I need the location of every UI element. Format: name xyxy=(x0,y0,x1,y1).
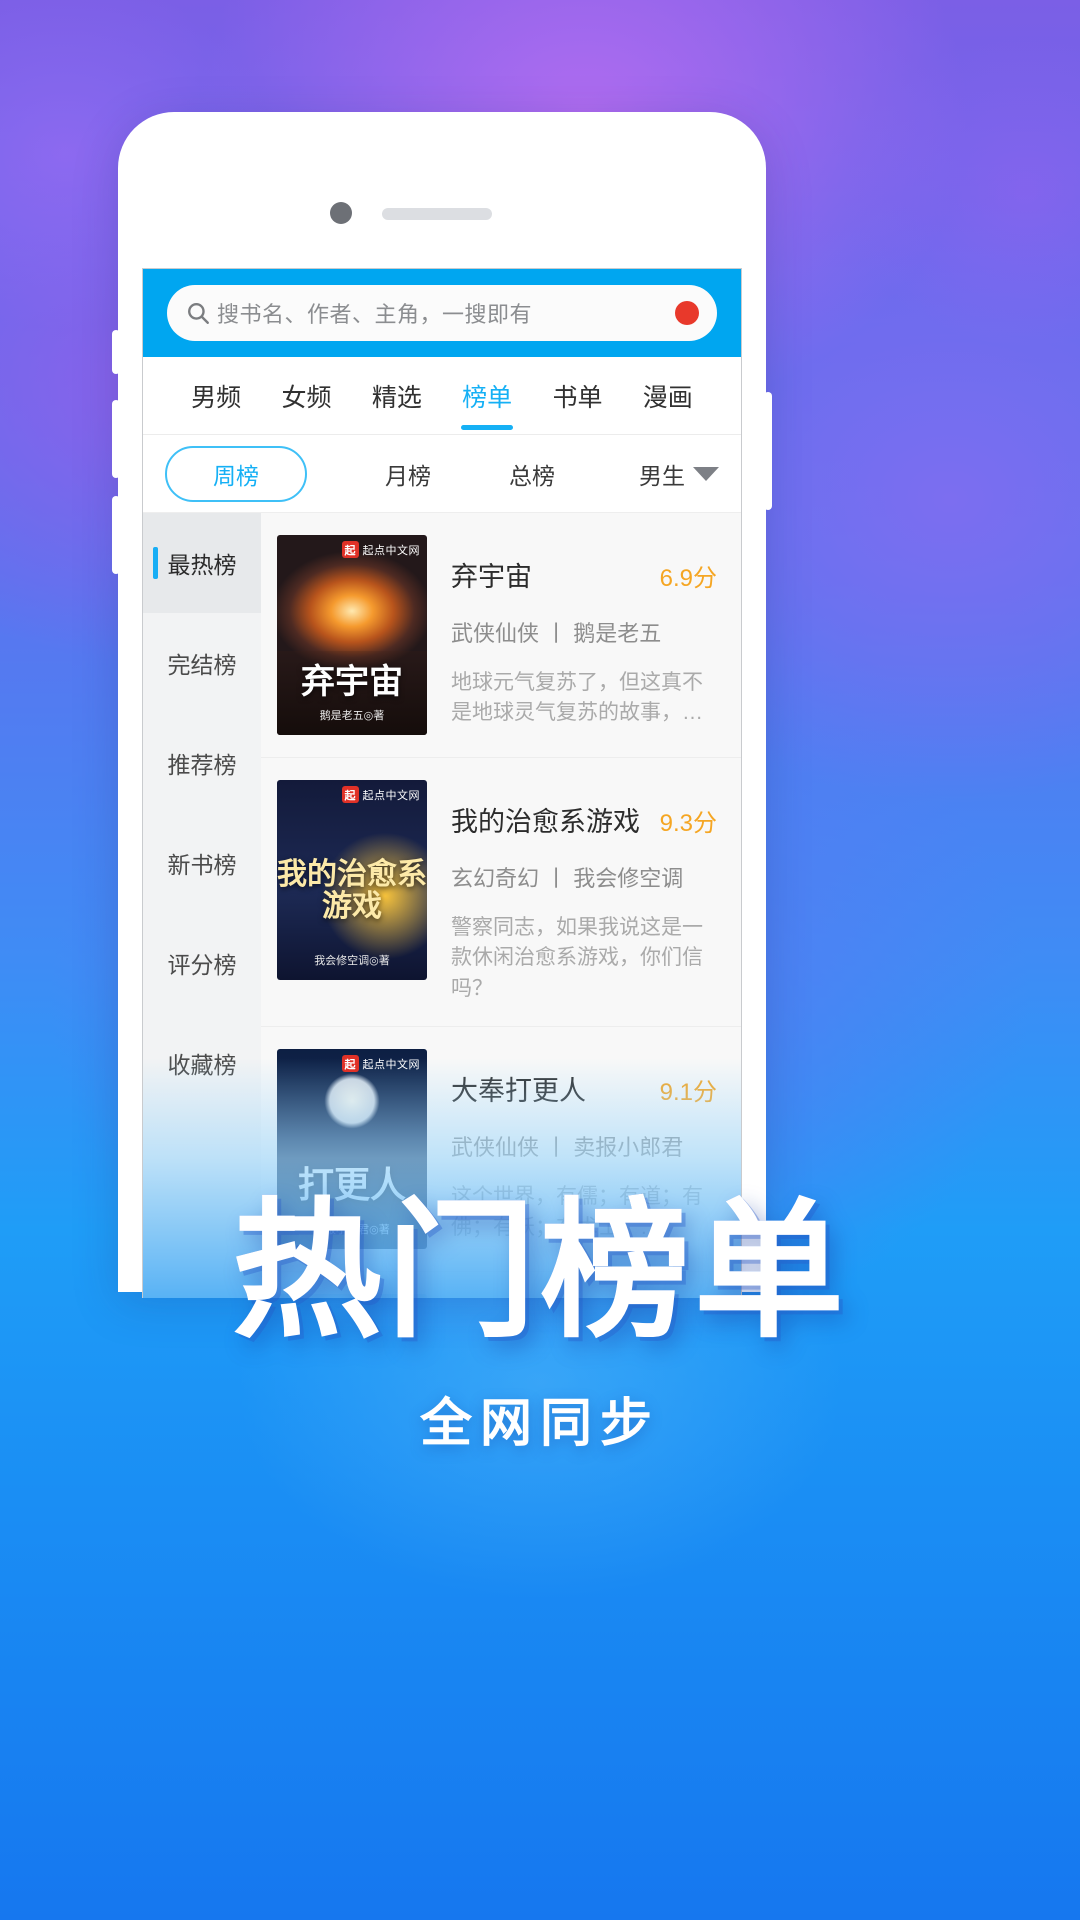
rank-tab-total[interactable]: 总榜 xyxy=(509,457,555,491)
sidebar-item-label: 新书榜 xyxy=(167,852,237,878)
sidebar-item-label: 推荐榜 xyxy=(167,752,237,778)
sidebar-item-收藏榜[interactable]: 收藏榜 xyxy=(143,1013,261,1113)
publisher-badge: 起 起点中文网 xyxy=(341,541,421,558)
tab-label: 精选 xyxy=(371,383,422,412)
book-meta: 武侠仙侠 丨 鹅是老五 xyxy=(451,621,662,646)
search-placeholder-text: 搜书名、作者、主角，一搜即有 xyxy=(217,302,533,327)
main-tab-bar: 男频 女频 精选 榜单 书单 漫画 xyxy=(143,357,741,435)
tab-label: 书单 xyxy=(552,383,603,412)
sidebar-item-label: 评分榜 xyxy=(167,952,237,978)
promo-title: 热门榜单 xyxy=(230,1185,848,1359)
publisher-name: 起点中文网 xyxy=(362,789,420,802)
phone-side-button-volume-up xyxy=(112,400,120,478)
sidebar-item-最热榜[interactable]: 最热榜 xyxy=(143,513,261,613)
qidian-logo-icon: 起 xyxy=(341,786,359,803)
sidebar-item-label: 收藏榜 xyxy=(167,1052,237,1078)
ranking-category-sidebar: 最热榜 完结榜 推荐榜 新书榜 评分榜 收藏榜 xyxy=(143,513,261,1298)
rank-period-filter-bar: 周榜 月榜 总榜 男生 xyxy=(143,435,741,513)
publisher-badge: 起 起点中文网 xyxy=(341,1055,421,1073)
tab-榜单[interactable]: 榜单 xyxy=(442,357,532,434)
search-bar: 搜书名、作者、主角，一搜即有 xyxy=(143,269,741,357)
book-title: 大奉打更人 xyxy=(451,1076,586,1107)
sidebar-item-评分榜[interactable]: 评分榜 xyxy=(143,913,261,1013)
tab-书单[interactable]: 书单 xyxy=(532,357,622,434)
rank-tab-monthly[interactable]: 月榜 xyxy=(385,457,431,491)
book-title-row: 大奉打更人 9.1分 xyxy=(451,1069,717,1108)
book-meta: 玄幻奇幻 丨 我会修空调 xyxy=(451,866,684,891)
publisher-name: 起点中文网 xyxy=(362,544,420,557)
app-screen: 搜书名、作者、主角，一搜即有 男频 女频 精选 榜单 书单 漫画 周榜 月榜 总… xyxy=(142,268,742,1298)
book-cover[interactable]: 起 起点中文网 我的治愈系游戏 我会修空调◎著 xyxy=(277,780,427,980)
ranking-content: 最热榜 完结榜 推荐榜 新书榜 评分榜 收藏榜 起 起点中文网 弃宇宙 鹅是老五… xyxy=(143,513,741,1298)
cover-title: 弃宇宙 xyxy=(301,663,403,701)
sidebar-item-完结榜[interactable]: 完结榜 xyxy=(143,613,261,713)
rank-tab-weekly[interactable]: 周榜 xyxy=(165,445,307,502)
phone-side-button-silent xyxy=(112,330,120,374)
book-title: 弃宇宙 xyxy=(451,562,532,592)
tab-精选[interactable]: 精选 xyxy=(352,357,442,434)
tab-label: 漫画 xyxy=(642,383,693,412)
book-score: 9.1分 xyxy=(659,1079,717,1107)
phone-top-bezel xyxy=(118,112,766,272)
front-camera-icon xyxy=(330,202,352,224)
sidebar-item-label: 完结榜 xyxy=(167,652,237,678)
book-info: 弃宇宙 6.9分 武侠仙侠 丨 鹅是老五 地球元气复苏了，但这真不是地球灵气复苏… xyxy=(427,535,717,735)
record-dot-icon[interactable] xyxy=(675,301,699,325)
gender-filter-label: 男生 xyxy=(639,462,685,489)
cover-author: 我会修空调◎著 xyxy=(314,955,390,967)
phone-side-button-volume-down xyxy=(112,496,120,574)
gender-filter-dropdown[interactable]: 男生 xyxy=(639,457,719,491)
book-score: 6.9分 xyxy=(659,565,717,592)
cover-title: 我的治愈系游戏 xyxy=(277,858,427,923)
search-icon xyxy=(188,303,209,324)
book-info: 我的治愈系游戏 9.3分 玄幻奇幻 丨 我会修空调 警察同志，如果我说这是一款休… xyxy=(427,780,717,1004)
book-title-row: 弃宇宙 6.9分 xyxy=(451,555,717,594)
book-cover[interactable]: 起 起点中文网 弃宇宙 鹅是老五◎著 xyxy=(277,535,427,735)
tab-label: 女频 xyxy=(281,383,332,412)
book-description: 地球元气复苏了，但这真不是地球灵气复苏的故事，… xyxy=(451,671,703,725)
qidian-logo-icon: 起 xyxy=(341,541,359,558)
tab-label: 榜单 xyxy=(462,383,513,412)
publisher-name: 起点中文网 xyxy=(362,1058,420,1071)
tab-label: 男频 xyxy=(191,383,242,412)
book-meta: 武侠仙侠 丨 卖报小郎君 xyxy=(451,1135,684,1161)
book-title: 我的治愈系游戏 xyxy=(451,807,640,837)
tab-女频[interactable]: 女频 xyxy=(261,357,351,434)
list-item[interactable]: 起 起点中文网 我的治愈系游戏 我会修空调◎著 我的治愈系游戏 9.3分 玄幻奇… xyxy=(261,758,741,1028)
tab-漫画[interactable]: 漫画 xyxy=(623,357,713,434)
sidebar-item-新书榜[interactable]: 新书榜 xyxy=(143,813,261,913)
book-ranking-list: 起 起点中文网 弃宇宙 鹅是老五◎著 弃宇宙 6.9分 武侠仙侠 丨 鹅是老五 … xyxy=(261,513,741,1298)
earpiece-speaker xyxy=(382,208,492,220)
sidebar-item-推荐榜[interactable]: 推荐榜 xyxy=(143,713,261,813)
qidian-logo-icon: 起 xyxy=(341,1055,359,1073)
list-item[interactable]: 起 起点中文网 弃宇宙 鹅是老五◎著 弃宇宙 6.9分 武侠仙侠 丨 鹅是老五 … xyxy=(261,513,741,758)
search-input[interactable]: 搜书名、作者、主角，一搜即有 xyxy=(167,285,717,341)
sidebar-item-label: 最热榜 xyxy=(167,552,237,578)
book-title-row: 我的治愈系游戏 9.3分 xyxy=(451,800,717,839)
publisher-badge: 起 起点中文网 xyxy=(341,786,421,803)
phone-side-button-power xyxy=(764,392,772,510)
promo-banner: 热门榜单 全网同步 xyxy=(0,1185,1080,1456)
promo-subtitle: 全网同步 xyxy=(419,1395,660,1453)
book-description: 警察同志，如果我说这是一款休闲治愈系游戏，你们信吗？ xyxy=(451,916,703,1000)
cover-author: 鹅是老五◎著 xyxy=(319,710,385,722)
tab-男频[interactable]: 男频 xyxy=(171,357,261,434)
chevron-down-icon xyxy=(693,466,719,481)
book-score: 9.3分 xyxy=(659,810,717,837)
